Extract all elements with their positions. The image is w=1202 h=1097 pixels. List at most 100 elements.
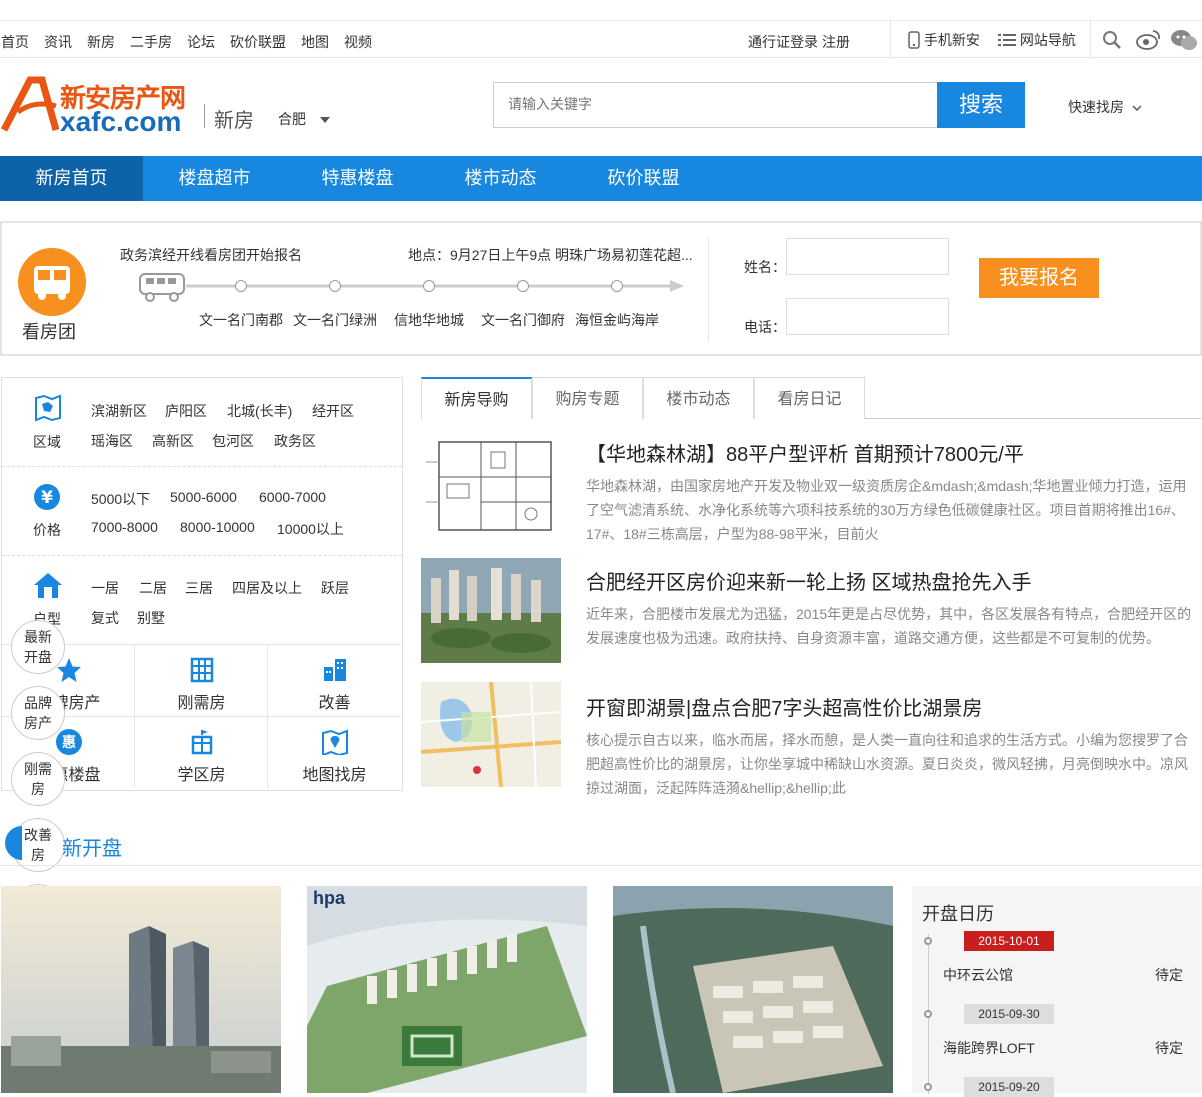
- filter-price[interactable]: 5000-6000: [170, 489, 237, 505]
- filter-panel: 区域 滨湖新区 庐阳区 北城(长丰) 经开区 瑶海区 高新区 包河区 政务区 ¥…: [1, 377, 403, 791]
- timeline-dot: [924, 1010, 932, 1018]
- tab-diary[interactable]: 看房日记: [754, 377, 865, 419]
- svg-text:hpa: hpa: [313, 888, 346, 908]
- top-nav-forum[interactable]: 论坛: [187, 32, 215, 52]
- aerial-image[interactable]: [421, 558, 561, 663]
- filter-price[interactable]: 7000-8000: [91, 519, 158, 535]
- calendar-status: 待定: [1155, 1040, 1183, 1056]
- top-nav-bargain[interactable]: 砍价联盟: [230, 32, 286, 52]
- top-nav-secondhand[interactable]: 二手房: [130, 32, 172, 52]
- nav-news[interactable]: 楼市动态: [429, 156, 572, 201]
- logo[interactable]: 新安房产网 xafc.com: [0, 76, 200, 137]
- top-nav-map[interactable]: 地图: [301, 32, 329, 52]
- filter-district[interactable]: 庐阳区: [165, 401, 207, 421]
- login-link[interactable]: 通行证登录: [748, 32, 818, 52]
- signup-button[interactable]: 我要报名: [979, 258, 1099, 298]
- grid-map[interactable]: 地图找房: [268, 716, 401, 788]
- tour-route[interactable]: 政务滨经开线看房团开始报名: [120, 245, 302, 265]
- filter-type[interactable]: 复式: [91, 608, 119, 628]
- bus-icon: [18, 248, 86, 316]
- route-stop-label[interactable]: 文一名门绿洲: [293, 310, 377, 330]
- float-label: 最新: [24, 629, 52, 645]
- filter-price[interactable]: 10000以上: [277, 519, 344, 539]
- calendar-project[interactable]: 海能跨界LOFT: [943, 1038, 1035, 1058]
- filter-type[interactable]: 跃层: [321, 578, 349, 598]
- tab-topic[interactable]: 购房专题: [532, 377, 643, 419]
- float-brand[interactable]: 品牌 房产: [11, 686, 65, 740]
- tab-guide[interactable]: 新房导购: [421, 377, 532, 419]
- float-latest[interactable]: 最新 开盘: [11, 620, 65, 674]
- search-input[interactable]: [494, 83, 914, 125]
- sitenav-label: 网站导航: [1019, 32, 1076, 48]
- filter-type[interactable]: 别墅: [137, 608, 165, 628]
- float-rigid[interactable]: 刚需房: [11, 752, 65, 806]
- filter-district[interactable]: 高新区: [152, 431, 194, 451]
- grid-improve[interactable]: 改善: [268, 644, 401, 716]
- top-bar: 首页 资讯 新房 二手房 论坛 砍价联盟 地图 视频 通行证登录 注册 手机新安…: [0, 20, 1202, 59]
- filter-type[interactable]: 三居: [185, 578, 213, 598]
- map-pin-icon: [322, 729, 348, 755]
- filter-district[interactable]: 经开区: [312, 401, 354, 421]
- route-stop-label[interactable]: 文一名门御府: [481, 310, 565, 330]
- price-label: 价格: [33, 522, 61, 538]
- district-label: 区域: [33, 434, 61, 450]
- top-nav-news[interactable]: 资讯: [44, 32, 72, 52]
- map-image[interactable]: [421, 682, 561, 787]
- article-title[interactable]: 【华地森林湖】88平户型评析 首期预计7800元/平: [586, 438, 1024, 467]
- grid-rigid[interactable]: 刚需房: [135, 644, 268, 716]
- nav-bargain[interactable]: 砍价联盟: [572, 156, 715, 201]
- project-image[interactable]: [1, 886, 281, 1093]
- filter-type[interactable]: 四居及以上: [232, 578, 302, 598]
- filter-district[interactable]: 滨湖新区: [91, 401, 147, 421]
- calendar-project[interactable]: 中环云公馆: [943, 965, 1013, 985]
- sitenav-link[interactable]: 网站导航: [998, 30, 1076, 50]
- project-image[interactable]: [613, 886, 893, 1093]
- tour-label: 看房团: [22, 322, 76, 342]
- mobile-link[interactable]: 手机新安: [908, 30, 980, 50]
- yen-icon: ¥: [34, 484, 60, 510]
- tour-location: 地点：9月27日上午9点 明珠广场易初莲花超...: [408, 247, 693, 263]
- float-label: 品牌: [24, 695, 52, 711]
- top-nav-video[interactable]: 视频: [344, 32, 372, 52]
- filter-district[interactable]: 北城(长丰): [227, 401, 292, 421]
- quick-find[interactable]: 快速找房: [1068, 97, 1142, 117]
- nav-market[interactable]: 楼盘超市: [143, 156, 286, 201]
- phone-field[interactable]: [786, 298, 949, 335]
- article-title[interactable]: 开窗即湖景|盘点合肥7字头超高性价比湖景房: [586, 692, 982, 721]
- top-nav-home[interactable]: 首页: [1, 32, 29, 52]
- route-stop-label[interactable]: 信地华地城: [394, 310, 464, 330]
- city-select[interactable]: 合肥: [278, 109, 330, 129]
- search-icon[interactable]: [1102, 30, 1122, 50]
- route-stop-label[interactable]: 文一名门南郡: [199, 310, 283, 330]
- wechat-icon[interactable]: [1170, 28, 1198, 52]
- grid-label: 学区房: [177, 767, 226, 784]
- route-stop-label[interactable]: 海恒金屿海岸: [575, 310, 659, 330]
- filter-district[interactable]: 包河区: [212, 431, 254, 451]
- filter-district[interactable]: 政务区: [274, 431, 316, 451]
- filter-price[interactable]: 5000以下: [91, 489, 150, 509]
- search-button[interactable]: 搜索: [937, 82, 1025, 128]
- register-link[interactable]: 注册: [822, 32, 850, 52]
- nav-newhome-index[interactable]: 新房首页: [0, 156, 143, 201]
- list-icon: [998, 34, 1016, 46]
- weibo-icon[interactable]: [1136, 28, 1162, 50]
- calendar-date: 2015-10-01: [964, 931, 1054, 951]
- divider: [1090, 21, 1091, 59]
- tab-news[interactable]: 楼市动态: [643, 377, 754, 419]
- grid-label: 地图找房: [302, 767, 367, 784]
- grid-school[interactable]: 学区房: [135, 716, 268, 788]
- filter-type[interactable]: 一居: [91, 578, 119, 598]
- filter-price[interactable]: 8000-10000: [180, 519, 255, 535]
- filter-type[interactable]: 二居: [139, 578, 167, 598]
- floorplan-image[interactable]: [421, 432, 561, 537]
- project-image[interactable]: hpa: [307, 886, 587, 1093]
- nav-special[interactable]: 特惠楼盘: [286, 156, 429, 201]
- top-nav-newhome[interactable]: 新房: [87, 32, 115, 52]
- search-box[interactable]: [493, 82, 938, 128]
- header: 新安房产网 xafc.com 新房 合肥 搜索 快速找房: [0, 58, 1202, 156]
- article-title[interactable]: 合肥经开区房价迎来新一轮上扬 区域热盘抢先入手: [586, 566, 1032, 595]
- filter-district[interactable]: 瑶海区: [91, 431, 133, 451]
- filter-price[interactable]: 6000-7000: [259, 489, 326, 505]
- name-field[interactable]: [786, 238, 949, 275]
- mobile-label: 手机新安: [923, 32, 980, 48]
